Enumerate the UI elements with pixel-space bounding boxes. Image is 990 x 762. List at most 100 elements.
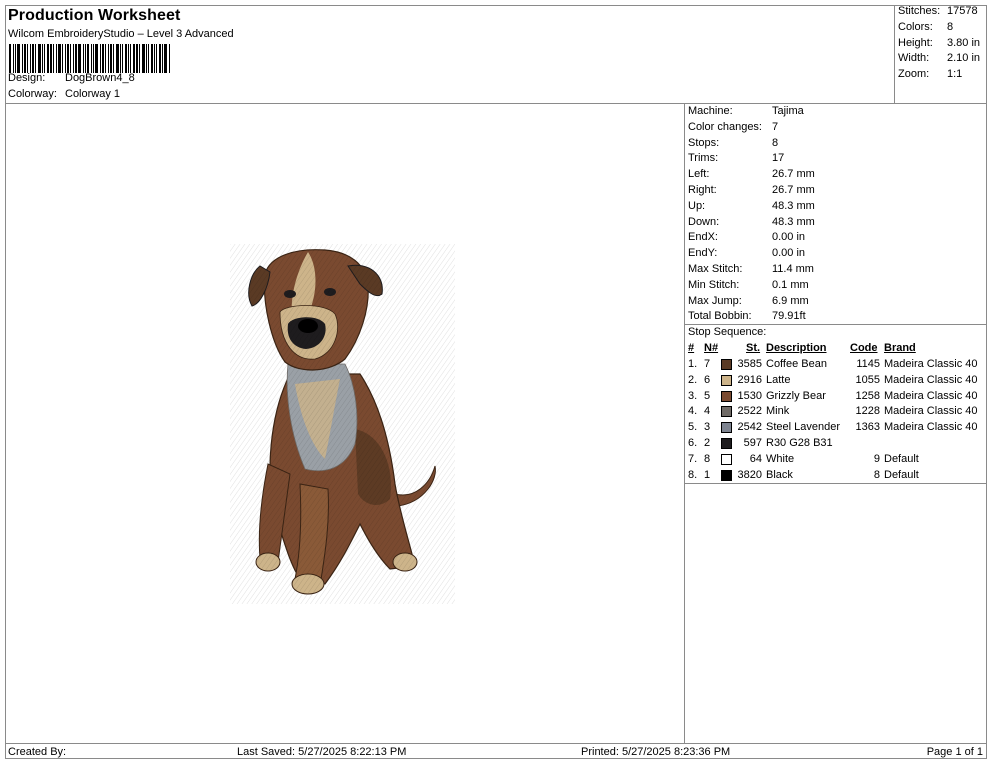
info-row: EndY: 0.00 in <box>688 247 805 259</box>
design-value: DogBrown4_8 <box>65 72 135 84</box>
divider <box>685 324 987 325</box>
info-value: 8 <box>772 136 779 149</box>
info-value: 0.00 in <box>772 247 806 260</box>
info-value: 26.7 mm <box>772 168 815 181</box>
stop-row-needle: 6 <box>704 373 711 386</box>
stop-row-brand: Madeira Classic 40 <box>884 358 978 370</box>
barcode-bar <box>116 44 119 73</box>
info-label: Down: <box>688 215 720 228</box>
barcode-bar <box>125 44 127 73</box>
stop-row-description: White <box>766 452 795 465</box>
barcode-bar <box>95 44 98 73</box>
info-label: Stops: <box>688 136 720 149</box>
barcode-bar <box>128 44 129 73</box>
created-by: Created By: <box>8 746 67 758</box>
stat-value: 1:1 <box>947 68 963 80</box>
stop-row-brand: Madeira Classic 40 <box>884 421 978 434</box>
design-row: Design: DogBrown4_8 <box>8 72 135 84</box>
barcode-bar <box>164 44 167 73</box>
barcode-bar <box>154 44 155 73</box>
stop-row-stitches: 2542 <box>737 421 762 434</box>
barcode-bar <box>159 44 161 73</box>
stop-row-needle: 5 <box>704 389 711 402</box>
stop-row-code: 1145 <box>856 358 880 370</box>
col-header-n: N# <box>704 342 719 354</box>
barcode-bar <box>162 44 163 73</box>
stat-height: Height: 3.80 in <box>898 37 980 49</box>
stop-row-stitches: 2522 <box>737 405 762 418</box>
info-value: 0.00 in <box>772 231 806 244</box>
stop-row-code: 1055 <box>855 373 880 386</box>
info-row: Stops: 8 <box>688 137 778 149</box>
stat-label: Stitches: <box>898 5 941 17</box>
last-saved: Last Saved: 5/27/2025 8:22:13 PM <box>237 746 407 758</box>
stop-row-brand: Default <box>884 452 919 465</box>
stop-row-needle: 1 <box>704 468 711 481</box>
stop-row-index: 1. <box>688 358 698 370</box>
stop-row-index: 8. <box>688 468 698 481</box>
info-label: Color changes: <box>688 120 762 133</box>
stat-value: 8 <box>947 21 954 33</box>
barcode-bar <box>156 44 157 73</box>
barcode <box>9 44 175 73</box>
barcode-bar <box>38 44 41 73</box>
barcode-bar <box>87 44 89 73</box>
barcode-bar <box>13 44 14 73</box>
barcode-bar <box>110 44 112 73</box>
stop-row-description: Mink <box>766 405 790 418</box>
stat-label: Zoom: <box>898 68 930 80</box>
stop-row-index: 5. <box>688 421 698 434</box>
barcode-bar <box>42 44 43 73</box>
barcode-bar <box>93 44 94 73</box>
barcode-bar <box>130 44 131 73</box>
stop-row-stitches: 3585 <box>737 358 762 370</box>
info-value: 0.1 mm <box>772 278 809 291</box>
info-row: EndX: 0.00 in <box>688 231 805 243</box>
barcode-bar <box>53 44 54 73</box>
stop-row-description: Steel Lavender <box>766 421 840 434</box>
barcode-bar <box>73 44 74 73</box>
stat-label: Height: <box>898 37 933 49</box>
info-label: Total Bobbin: <box>688 310 752 323</box>
info-row: Trims: 17 <box>688 152 784 164</box>
colorway-value: Colorway 1 <box>65 88 121 100</box>
colorway-row: Colorway: Colorway 1 <box>8 88 120 100</box>
stop-row-index: 7. <box>688 452 698 465</box>
stop-row-description: R30 G28 B31 <box>766 437 833 449</box>
stat-label: Colors: <box>898 21 933 33</box>
info-label: Trims: <box>688 152 719 165</box>
info-row: Right: 26.7 mm <box>688 184 815 196</box>
stop-row-index: 3. <box>688 389 698 402</box>
design-info-panel: Machine: Tajima Color changes: 7 Stops: 8 Trim… <box>684 104 987 744</box>
stop-row-needle: 3 <box>704 421 711 434</box>
barcode-bar <box>50 44 52 73</box>
stat-value: 17578 <box>947 5 978 17</box>
info-label: Up: <box>688 199 706 212</box>
barcode-bar <box>17 44 20 73</box>
barcode-bar <box>142 44 145 73</box>
stat-value: 2.10 in <box>947 52 981 64</box>
info-value: 6.9 mm <box>772 294 809 307</box>
stop-row-needle: 8 <box>704 452 711 465</box>
info-row: Machine: Tajima <box>688 105 804 117</box>
stop-row-brand: Default <box>884 468 919 481</box>
stop-row-code: 8 <box>873 468 880 481</box>
stop-row-description: Grizzly Bear <box>766 389 826 402</box>
info-row: Up: 48.3 mm <box>688 200 815 212</box>
info-label: EndY: <box>688 247 718 260</box>
barcode-bar <box>78 44 81 73</box>
barcode-bar <box>62 44 63 73</box>
info-value: 11.4 mm <box>772 263 814 275</box>
barcode-bar <box>122 44 123 73</box>
barcode-bar <box>30 44 31 73</box>
info-value: 48.3 mm <box>772 199 815 212</box>
barcode-bar <box>22 44 23 73</box>
barcode-bar <box>83 44 84 73</box>
stop-row-code: 9 <box>873 452 880 465</box>
barcode-bar <box>75 44 77 73</box>
barcode-bar <box>56 44 57 73</box>
stat-width: Width: 2.10 in <box>898 52 980 64</box>
barcode-bar <box>85 44 86 73</box>
stop-row-description: Coffee Bean <box>766 358 827 370</box>
barcode-bar <box>136 44 138 73</box>
